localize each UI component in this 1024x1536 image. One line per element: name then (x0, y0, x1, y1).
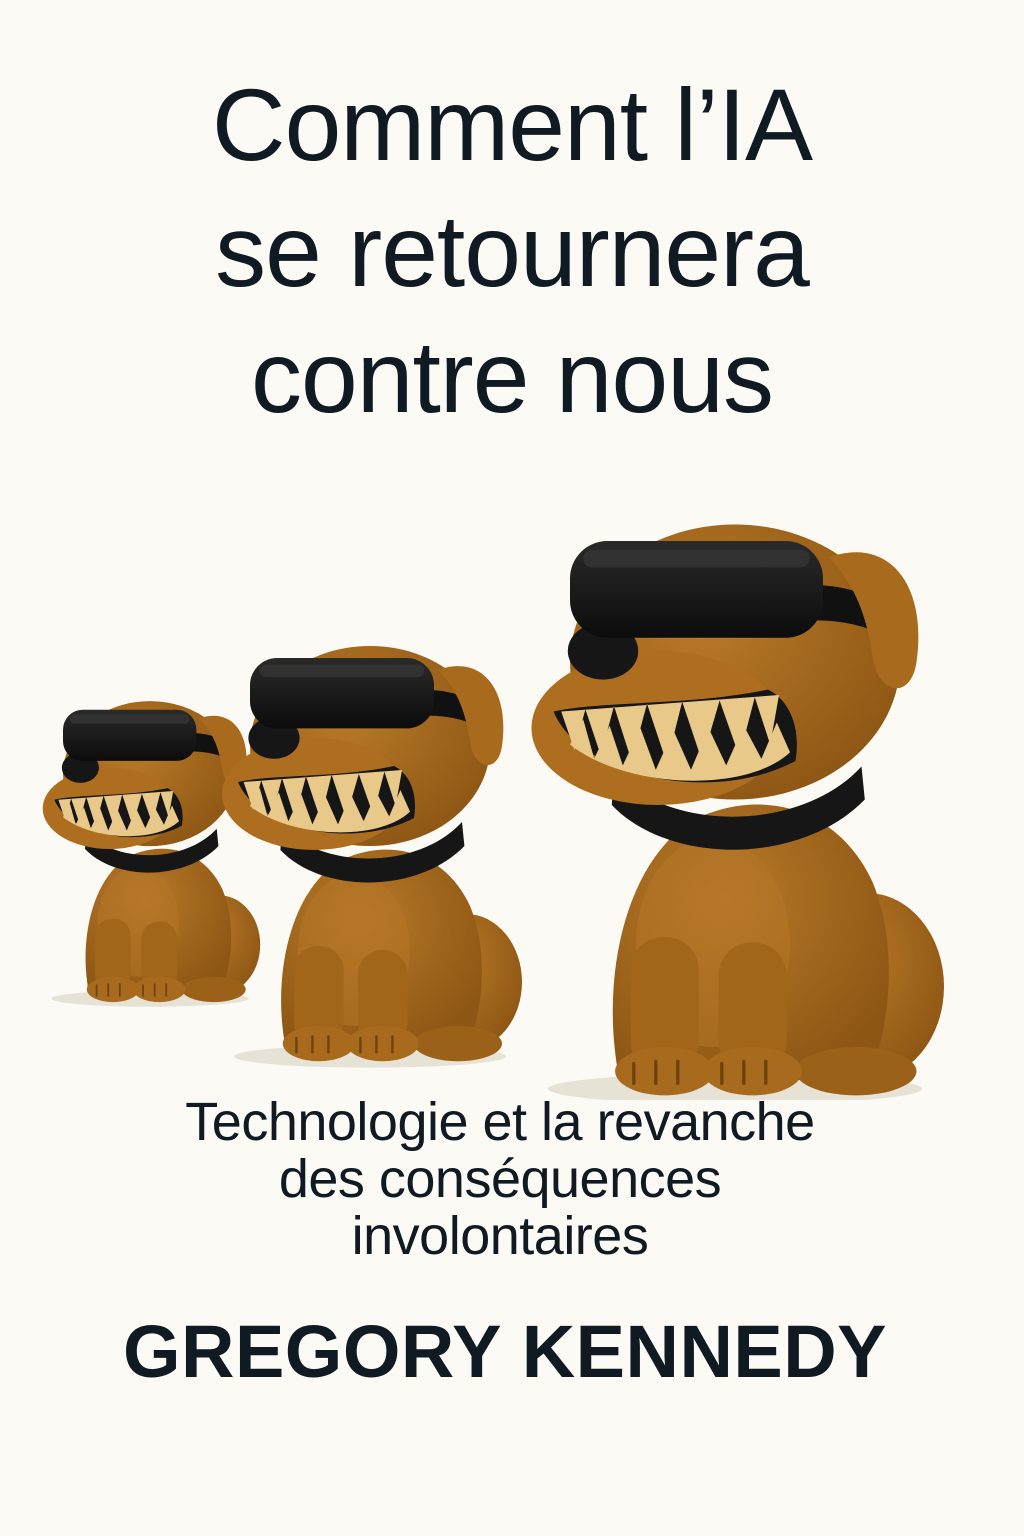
subtitle-line-1: Technologie et la revanche (185, 1092, 815, 1152)
dog-small (41, 700, 262, 1008)
subtitle-line-3: involontaires (351, 1206, 649, 1266)
subtitle-line-2: des conséquences (278, 1149, 722, 1209)
book-subtitle: Technologie et la revanche des conséquen… (0, 1094, 1000, 1265)
title-line-1: Comment l’IA (211, 68, 813, 182)
title-line-2: se retournera (215, 194, 810, 308)
book-title: Comment l’IA se retournera contre nous (0, 62, 1024, 440)
author-name: GREGORY KENNEDY (122, 1310, 888, 1393)
dog-large (529, 522, 946, 1100)
book-cover: Comment l’IA se retournera contre nous T… (0, 0, 1024, 1536)
dogs-illustration (41, 522, 946, 1100)
title-line-3: contre nous (250, 320, 774, 434)
dog-medium (220, 644, 524, 1069)
